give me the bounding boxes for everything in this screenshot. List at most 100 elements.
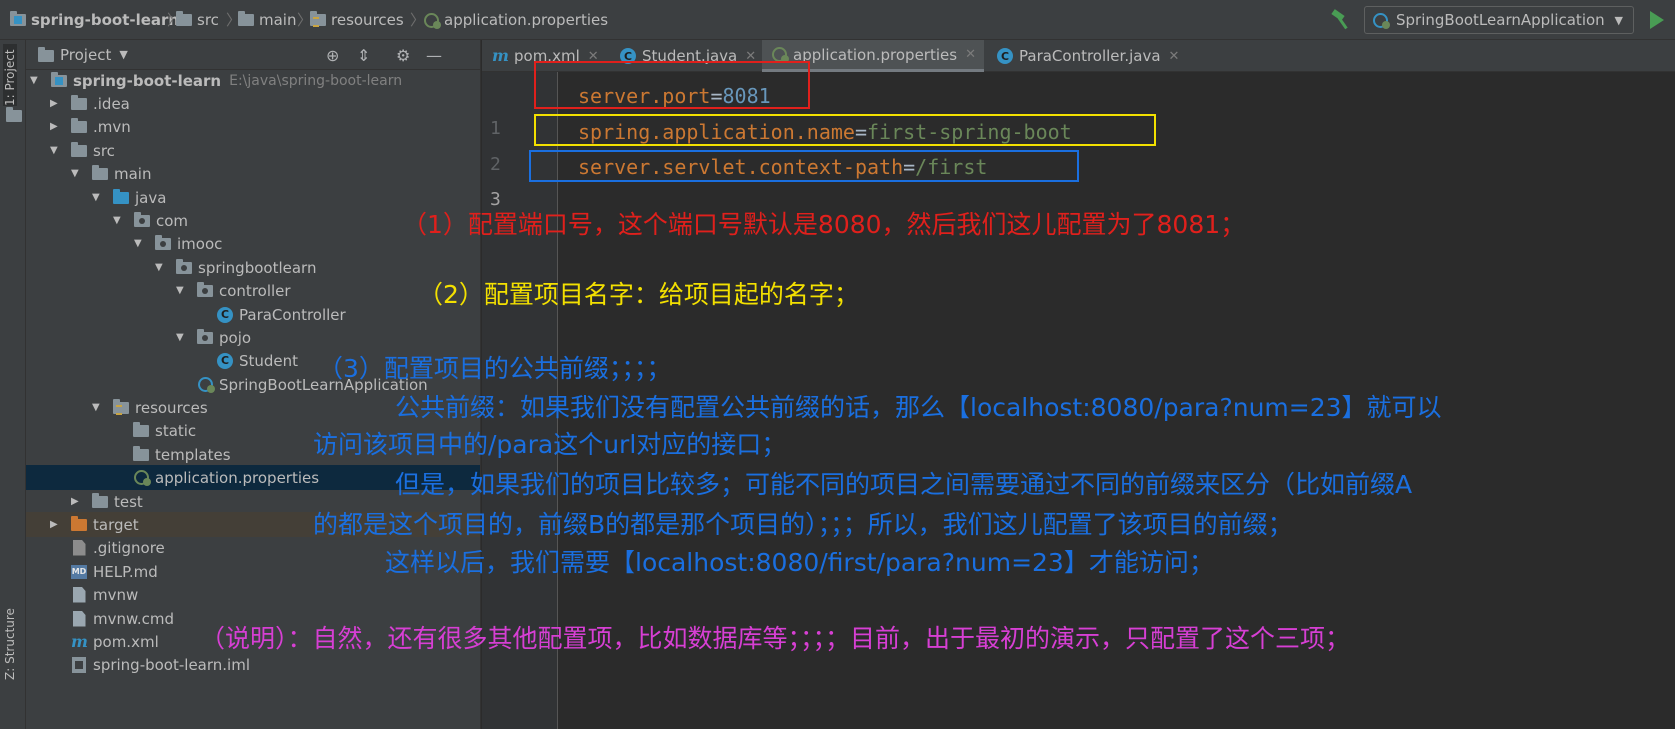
tree-item-src[interactable]: ▼ src <box>50 138 115 163</box>
expand-arrow-icon[interactable]: ▼ <box>50 145 62 156</box>
gear-icon[interactable]: ⚙ <box>396 46 410 65</box>
folder-icon <box>6 107 22 122</box>
tree-item-resources[interactable]: ▼ resources <box>92 395 208 420</box>
tree-item-student[interactable]: C Student <box>216 348 298 373</box>
folder-icon <box>71 141 87 157</box>
tree-item-paracontroller[interactable]: C ParaController <box>216 302 346 327</box>
close-icon[interactable]: ✕ <box>1169 49 1180 64</box>
project-view-icon <box>38 47 54 62</box>
tree-item-label: .idea <box>93 94 130 113</box>
expand-arrow-icon[interactable]: ▼ <box>92 192 104 203</box>
expand-arrow-icon[interactable]: ▶ <box>71 496 83 507</box>
tree-item-static[interactable]: static <box>132 418 196 443</box>
excluded-folder-icon <box>71 515 87 531</box>
tree-item-springbootlearn[interactable]: ▼ springbootlearn <box>155 255 316 280</box>
breadcrumb-main[interactable]: main <box>238 10 296 30</box>
tree-item-controller[interactable]: ▼ controller <box>176 278 291 303</box>
hide-panel-icon[interactable]: — <box>426 46 442 65</box>
expand-arrow-icon[interactable]: ▼ <box>155 262 167 273</box>
tree-item-label: .mvn <box>93 117 131 136</box>
project-tool-tab[interactable]: 1: Project <box>3 44 17 106</box>
tree-item-label: Student <box>239 351 299 370</box>
locate-crosshair-icon[interactable]: ⊕ <box>326 46 339 65</box>
tree-item-target[interactable]: ▶ target <box>50 512 139 537</box>
breadcrumb-file[interactable]: application.properties <box>424 10 608 30</box>
tree-item-main[interactable]: ▼ main <box>71 161 151 186</box>
structure-tool-tab[interactable]: Z: Structure <box>3 600 17 680</box>
folder-icon <box>92 164 108 180</box>
java-class-icon: C <box>217 352 233 369</box>
run-configuration-label: SpringBootLearnApplication <box>1396 11 1605 29</box>
breadcrumb-resources[interactable]: resources <box>310 10 404 30</box>
folder-icon <box>133 445 149 461</box>
annotation-context-path-line: 公共前缀：如果我们没有配置公共前缀的话，那么【localhost:8080/pa… <box>395 393 1442 422</box>
line-number: 1 <box>490 118 501 139</box>
expand-arrow-icon[interactable]: ▼ <box>113 215 125 226</box>
expand-arrow-icon[interactable]: ▼ <box>176 285 188 296</box>
expand-arrow-icon[interactable]: ▶ <box>50 121 62 132</box>
expand-arrow-icon[interactable]: ▶ <box>50 98 62 109</box>
package-icon <box>176 258 192 274</box>
tree-item-label: pojo <box>219 328 252 347</box>
tree-item-label: src <box>93 141 115 160</box>
expand-arrow-icon[interactable]: ▼ <box>176 332 188 343</box>
script-file-icon <box>72 610 86 627</box>
run-icon[interactable] <box>1650 11 1664 29</box>
project-panel-title[interactable]: Project <box>60 46 111 64</box>
tree-item-pom-xml[interactable]: m pom.xml <box>70 629 159 654</box>
package-icon <box>155 234 171 250</box>
folder-icon <box>92 492 108 508</box>
tree-item-java[interactable]: ▼ java <box>92 185 166 210</box>
collapse-all-icon[interactable]: ⇕ <box>357 46 370 65</box>
red-highlight-box <box>534 61 810 109</box>
tree-item-root[interactable]: ▼ spring-boot-learn E:\java\spring-boot-… <box>30 68 402 93</box>
tree-item-gitignore[interactable]: .gitignore <box>70 535 165 560</box>
blue-highlight-box <box>529 150 1079 182</box>
expand-arrow-icon[interactable]: ▶ <box>50 519 62 530</box>
maven-icon: m <box>71 631 88 651</box>
annotation-port: （1）配置端口号，这个端口号默认是8080，然后我们这儿配置为了8081； <box>402 210 1246 239</box>
tree-item-label: test <box>114 492 143 511</box>
tree-item-pojo[interactable]: ▼ pojo <box>176 325 251 350</box>
run-configuration-select[interactable]: SpringBootLearnApplication ▼ <box>1364 6 1634 34</box>
tree-item-mvnw[interactable]: mvnw <box>70 582 138 607</box>
source-folder-icon <box>113 188 129 204</box>
resources-folder-icon <box>113 398 129 415</box>
breadcrumb-src[interactable]: src <box>176 10 219 30</box>
tree-item-mvnw-cmd[interactable]: mvnw.cmd <box>70 606 174 631</box>
tree-item-label: java <box>135 188 167 207</box>
chevron-down-icon[interactable]: ▼ <box>119 48 127 61</box>
tree-item-application-properties[interactable]: application.properties <box>132 465 319 490</box>
build-hammer-icon[interactable] <box>1330 9 1352 31</box>
project-folder-icon <box>51 71 67 87</box>
expand-arrow-icon[interactable]: ▼ <box>134 238 146 249</box>
breadcrumb-label: main <box>259 11 297 29</box>
tree-item-label: mvnw <box>93 585 139 604</box>
annotation-context-path: （3）配置项目的公共前缀；；；； <box>318 354 672 383</box>
annotation-context-path-line: 但是，如果我们的项目比较多；可能不同的项目之间需要通过不同的前缀来区分（比如前缀… <box>395 470 1413 499</box>
package-icon <box>197 281 213 297</box>
tree-item-templates[interactable]: templates <box>132 442 231 467</box>
folder-icon <box>176 11 192 26</box>
tree-item-label: com <box>156 211 189 230</box>
close-icon[interactable]: ✕ <box>965 47 976 62</box>
tab-label: application.properties <box>793 45 958 64</box>
tree-item-label: application.properties <box>155 468 320 487</box>
structure-tool-tab-label: Z: Structure <box>3 608 17 680</box>
tab-paracontroller-java[interactable]: C ParaController.java ✕ <box>987 40 1182 72</box>
package-icon <box>197 328 213 344</box>
breadcrumb-project[interactable]: spring-boot-learn <box>10 10 179 30</box>
tree-item-help-md[interactable]: MD HELP.md <box>70 559 158 584</box>
folder-icon <box>133 421 149 437</box>
expand-arrow-icon[interactable]: ▼ <box>92 402 104 413</box>
tree-item-test[interactable]: ▶ test <box>71 489 143 514</box>
tree-item-label: spring-boot-learn <box>73 71 222 90</box>
properties-file-icon <box>424 12 441 29</box>
tree-item-label: mvnw.cmd <box>93 609 175 628</box>
tree-item-com[interactable]: ▼ com <box>113 208 188 233</box>
tree-item-idea[interactable]: ▶ .idea <box>50 91 130 116</box>
expand-arrow-icon[interactable]: ▼ <box>71 168 83 179</box>
expand-arrow-icon[interactable]: ▼ <box>30 75 42 86</box>
tree-item-mvn[interactable]: ▶ .mvn <box>50 114 131 139</box>
tree-item-imooc[interactable]: ▼ imooc <box>134 231 222 256</box>
